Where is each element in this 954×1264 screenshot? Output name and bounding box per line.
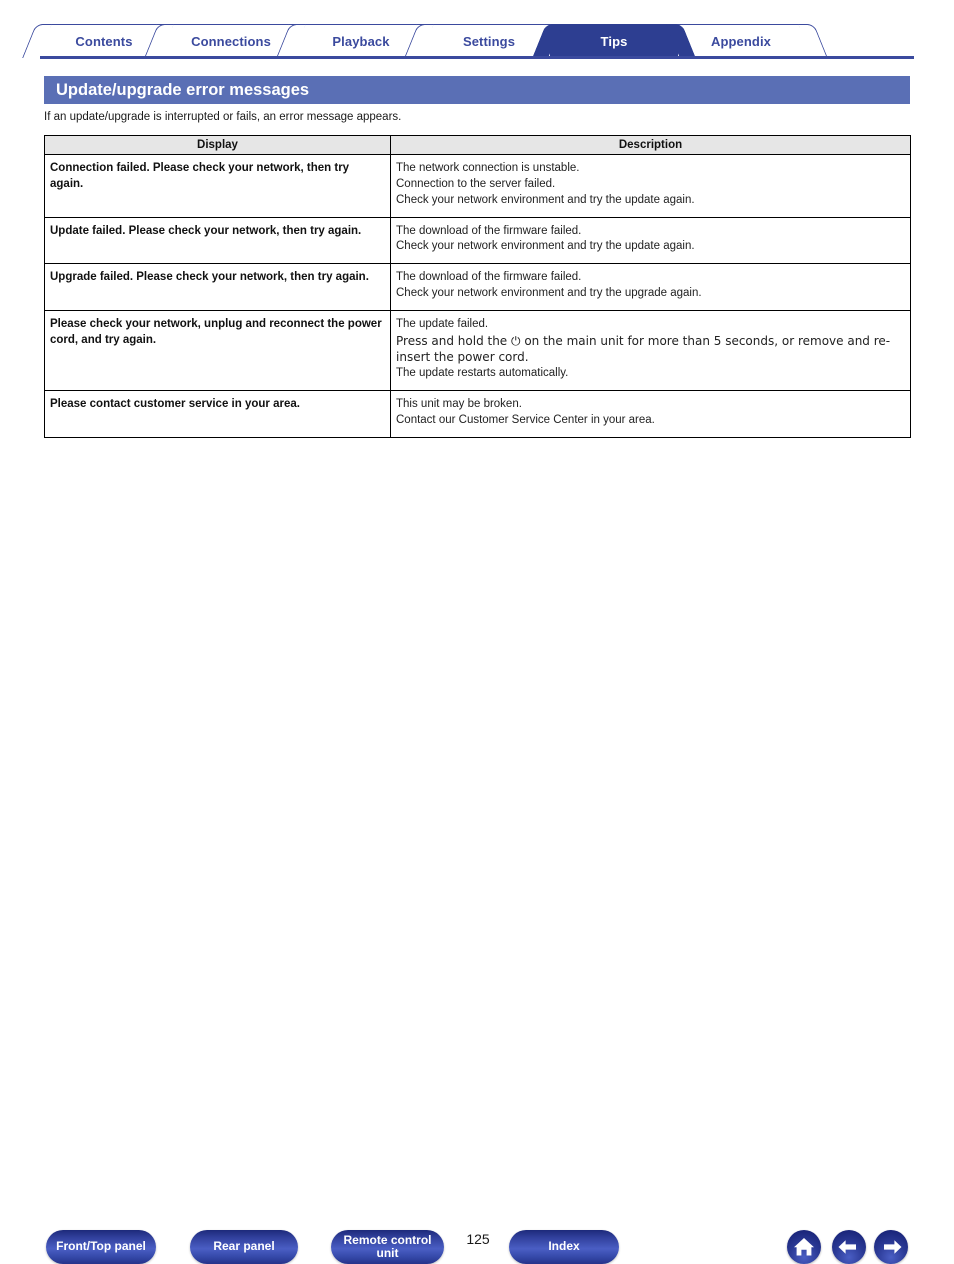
error-message-table: Display Description Connection failed. P… <box>44 135 911 438</box>
description-line: The network connection is unstable. <box>396 162 580 174</box>
tab-bar: Contents Connections Playback Settings T… <box>0 22 954 58</box>
cell-display: Update failed. Please check your network… <box>44 216 391 265</box>
table-row: Connection failed. Please check your net… <box>44 154 911 218</box>
description-line: The download of the firmware failed. <box>396 271 582 284</box>
tab-tips-label: Tips <box>600 34 628 49</box>
tab-settings-label: Settings <box>462 34 516 49</box>
description-line: Press and hold the ⏻ on the main unit fo… <box>396 333 891 365</box>
table-row: Update failed. Please check your network… <box>44 216 911 265</box>
intro-text: If an update/upgrade is interrupted or f… <box>44 111 402 123</box>
cell-display: Connection failed. Please check your net… <box>44 154 391 218</box>
column-header-description: Description <box>390 135 911 155</box>
column-header-display: Display <box>44 135 391 155</box>
cell-description: This unit may be broken. Contact our Cus… <box>390 389 911 438</box>
tab-tips[interactable]: Tips <box>550 24 678 58</box>
description-line: Check your network environment and try t… <box>396 287 702 300</box>
tab-appendix-label: Appendix <box>710 34 772 49</box>
cell-description: The network connection is unstable. Conn… <box>390 154 911 218</box>
front-top-panel-button[interactable]: Front/Top panel <box>46 1230 156 1264</box>
home-button[interactable] <box>787 1230 821 1264</box>
index-button[interactable]: Index <box>509 1230 619 1264</box>
description-line: Check your network environment and try t… <box>396 240 695 253</box>
tab-contents-label: Contents <box>75 34 133 49</box>
cell-description: The update failed. Press and hold the ⏻ … <box>390 310 911 391</box>
remote-control-unit-button[interactable]: Remote control unit <box>331 1230 444 1264</box>
description-line: Contact our Customer Service Center in y… <box>396 413 655 426</box>
cell-description: The download of the firmware failed. Che… <box>390 263 911 312</box>
footer-nav: Front/Top panel Rear panel Remote contro… <box>0 610 954 1264</box>
cell-description: The download of the firmware failed. Che… <box>390 216 911 265</box>
table-row: Upgrade failed. Please check your networ… <box>44 263 911 312</box>
description-line: The download of the firmware failed. <box>396 224 582 237</box>
tab-bottom-rule <box>40 56 914 59</box>
tab-playback-label: Playback <box>332 34 390 49</box>
description-line: Connection to the server failed. <box>396 177 556 190</box>
back-button[interactable] <box>832 1230 866 1264</box>
forward-button[interactable] <box>874 1230 908 1264</box>
rear-panel-button[interactable]: Rear panel <box>190 1230 298 1264</box>
description-line: The update restarts automatically. <box>396 366 569 379</box>
cell-display: Please contact customer service in your … <box>44 389 391 438</box>
description-line: The update failed. <box>396 318 489 331</box>
tab-connections-label: Connections <box>191 34 271 49</box>
page-title: Update/upgrade error messages <box>44 76 910 104</box>
page-number: 125 <box>466 1231 490 1247</box>
table-row: Please contact customer service in your … <box>44 389 911 438</box>
cell-display: Please check your network, unplug and re… <box>44 310 391 391</box>
tab-list: Contents Connections Playback Settings T… <box>40 22 810 58</box>
table-row: Please check your network, unplug and re… <box>44 310 911 391</box>
cell-display: Upgrade failed. Please check your networ… <box>44 263 391 312</box>
description-line: Check your network environment and try t… <box>396 193 695 206</box>
table-body: Connection failed. Please check your net… <box>44 154 911 438</box>
table-header-row: Display Description <box>44 135 911 155</box>
description-line: This unit may be broken. <box>396 397 522 410</box>
